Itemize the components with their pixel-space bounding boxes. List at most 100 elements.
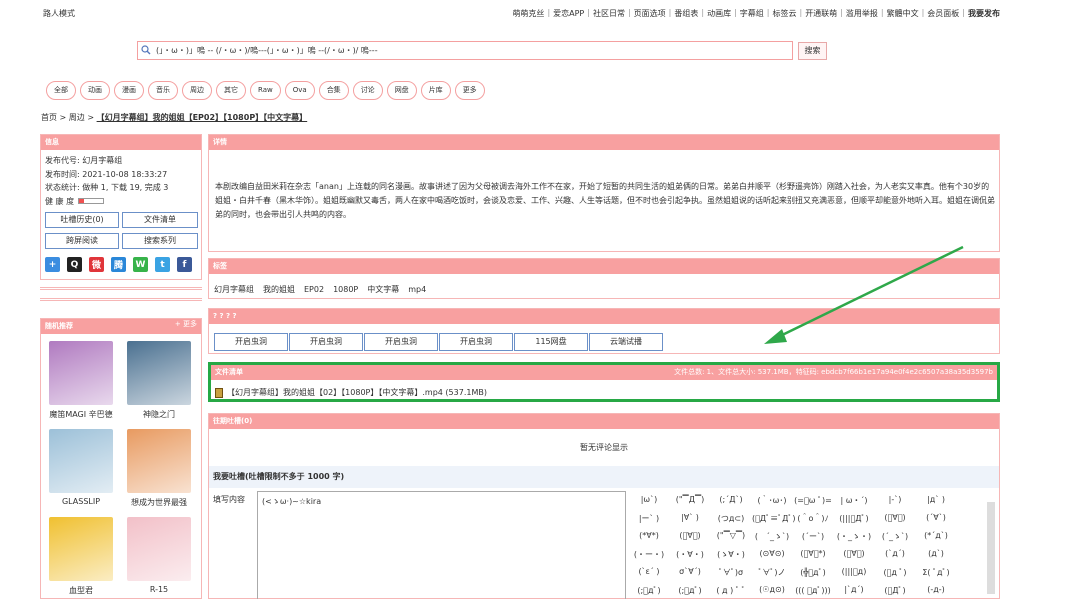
- comment-textarea[interactable]: (<ゝω·)~☆kira: [257, 491, 626, 599]
- emoji-item[interactable]: (´ー`): [793, 531, 833, 542]
- emoji-item[interactable]: (`ε´ ): [629, 567, 669, 576]
- cross-screen-button[interactable]: 跨屏阅读: [45, 233, 119, 249]
- download-button[interactable]: 开启虫洞: [214, 333, 288, 351]
- emoji-item[interactable]: (ﾟ∀ﾟ): [875, 513, 915, 522]
- emoji-item[interactable]: (-д-): [916, 585, 956, 594]
- emoji-item[interactable]: (;´Д`): [711, 495, 751, 504]
- category-pill[interactable]: 音乐: [148, 81, 178, 100]
- tag-link[interactable]: EP02: [304, 285, 324, 294]
- emoji-item[interactable]: | ω・´): [834, 495, 874, 506]
- recommend-item[interactable]: 神隐之门: [125, 341, 193, 420]
- category-pill[interactable]: 网盘: [386, 81, 417, 100]
- twitter-icon[interactable]: t: [155, 257, 170, 272]
- emoji-item[interactable]: ( ´_ゝ`): [752, 531, 792, 542]
- search-series-button[interactable]: 搜索系列: [122, 233, 198, 249]
- qq-icon[interactable]: Q: [67, 257, 82, 272]
- emoji-item[interactable]: (｀･ω･): [752, 495, 792, 506]
- category-pill[interactable]: 全部: [46, 81, 76, 100]
- emoji-item[interactable]: |ω`): [629, 495, 669, 504]
- topnav-link[interactable]: 标签云: [772, 8, 796, 19]
- topnav-link[interactable]: 页面选项: [634, 8, 666, 19]
- emoji-item[interactable]: (д`): [916, 549, 956, 558]
- emoji-item[interactable]: (´_ゝ`): [875, 531, 915, 542]
- topnav-link[interactable]: 番组表: [674, 8, 698, 19]
- emoji-item[interactable]: |∀` ): [670, 513, 710, 522]
- emoji-item[interactable]: (ﾟ∀ﾟ): [670, 531, 710, 540]
- recommend-item[interactable]: GLASSLIP: [47, 429, 115, 506]
- tag-link[interactable]: mp4: [408, 285, 426, 294]
- emoji-item[interactable]: (・_ゝ・): [834, 531, 874, 542]
- emoji-item[interactable]: (・∀・): [670, 549, 710, 560]
- breadcrumb-home[interactable]: 首页: [41, 113, 57, 122]
- topnav-link[interactable]: 动画库: [707, 8, 731, 19]
- topnav-link[interactable]: 爱恋APP: [553, 8, 584, 19]
- tag-link[interactable]: 中文字幕: [367, 285, 399, 294]
- wechat-icon[interactable]: W: [133, 257, 148, 272]
- recommend-item[interactable]: R-15: [125, 517, 193, 594]
- emoji-item[interactable]: |-`): [875, 495, 915, 504]
- emoji-item[interactable]: |`д´): [834, 585, 874, 594]
- category-pill[interactable]: 讨论: [352, 81, 383, 100]
- tag-link[interactable]: 幻月字幕组: [214, 285, 254, 294]
- emoji-item[interactable]: (⊙∀⊙): [752, 549, 792, 558]
- plus-icon[interactable]: +: [45, 257, 60, 272]
- emoji-item[interactable]: (＾o＾)ﾉ: [793, 513, 833, 524]
- emoji-item[interactable]: (`д´): [875, 549, 915, 558]
- emoji-item[interactable]: (ﾟДﾟ): [875, 585, 915, 596]
- emoji-item[interactable]: ("▔Д▔): [670, 495, 710, 504]
- emoji-item[interactable]: (つд⊂): [711, 513, 751, 524]
- emoji-item[interactable]: (ﾟ∀ﾟ*): [793, 549, 833, 558]
- tag-link[interactable]: 1080P: [333, 285, 358, 294]
- emoji-item[interactable]: (;ﾟдﾟ): [629, 585, 669, 596]
- emoji-item[interactable]: ﾟ∀ﾟ)σ: [711, 567, 751, 578]
- category-pill[interactable]: Ova: [284, 81, 315, 100]
- search-input[interactable]: (」・ω・)」嗚 -- (/・ω・)/嗚---(」・ω・)」嗚 --(/・ω・)…: [137, 41, 793, 60]
- emoji-item[interactable]: (;ﾟдﾟ): [670, 585, 710, 596]
- category-pill[interactable]: 周边: [182, 81, 212, 100]
- file-row[interactable]: 【幻月字幕组】我的姐姐【02】【1080P】【中文字幕】.mp4 (537.1M…: [215, 387, 487, 398]
- recommend-item[interactable]: 想成为世界最强: [125, 429, 193, 508]
- category-pill[interactable]: 漫画: [114, 81, 144, 100]
- emoji-item[interactable]: ﾟ∀ﾟ)ノ: [752, 567, 792, 578]
- file-list-button[interactable]: 文件清单: [122, 212, 198, 228]
- topnav-link[interactable]: 滥用举报: [846, 8, 878, 19]
- weibo-icon[interactable]: 微: [89, 257, 104, 272]
- guest-mode-link[interactable]: 路人模式: [43, 8, 75, 19]
- download-button[interactable]: 115网盘: [514, 333, 588, 351]
- emoji-item[interactable]: (*´д`): [916, 531, 956, 540]
- emoji-item[interactable]: Σ( ﾟдﾟ): [916, 567, 956, 578]
- emoji-item[interactable]: (ﾟ∀。): [834, 549, 874, 558]
- emoji-item[interactable]: (ﾟДﾟ≡ﾟДﾟ): [752, 513, 796, 524]
- topnav-link[interactable]: 字幕组: [740, 8, 764, 19]
- download-button[interactable]: 开启虫洞: [439, 333, 513, 351]
- emoji-item[interactable]: σ`∀´): [670, 567, 710, 576]
- emoji-scrollbar[interactable]: [987, 502, 995, 594]
- emoji-item[interactable]: (ゝ∀・): [711, 549, 751, 560]
- emoji-item[interactable]: |д` ): [916, 495, 956, 504]
- download-button[interactable]: 开启虫洞: [364, 333, 438, 351]
- recommend-item[interactable]: 魔笛MAGI 辛巴德: [47, 341, 115, 420]
- topnav-link[interactable]: 会员面板: [927, 8, 959, 19]
- category-pill[interactable]: 片库: [420, 81, 451, 100]
- emoji-item[interactable]: (☉д⊙): [752, 585, 792, 594]
- emoji-item[interactable]: |ー` ): [629, 513, 669, 524]
- emoji-item[interactable]: (´∀`): [916, 513, 956, 522]
- tencent-weibo-icon[interactable]: 腾: [111, 257, 126, 272]
- topnav-link[interactable]: 繁體中文: [887, 8, 919, 19]
- emoji-item[interactable]: (*∀*): [629, 531, 669, 540]
- category-pill[interactable]: 其它: [216, 81, 246, 100]
- tag-link[interactable]: 我的姐姐: [263, 285, 295, 294]
- emoji-item[interactable]: ((( ﾟдﾟ))): [793, 585, 833, 596]
- topnav-link[interactable]: 我要发布: [968, 8, 1000, 19]
- recommend-more-link[interactable]: + 更多: [175, 319, 197, 329]
- emoji-item[interactable]: (・ー・): [629, 549, 669, 560]
- recommend-item[interactable]: 血型君: [47, 517, 115, 596]
- category-pill[interactable]: 合集: [318, 81, 349, 100]
- facebook-icon[interactable]: f: [177, 257, 192, 272]
- emoji-item[interactable]: (|||ﾟд): [834, 567, 874, 576]
- emoji-item[interactable]: (=ﾟω ﾟ)=: [793, 495, 833, 506]
- emoji-item[interactable]: ( д ) ﾟ ﾟ: [711, 585, 751, 596]
- breadcrumb-section[interactable]: 周边: [69, 113, 85, 122]
- emoji-item[interactable]: (|||ﾟДﾟ): [834, 513, 874, 524]
- download-button[interactable]: 开启虫洞: [289, 333, 363, 351]
